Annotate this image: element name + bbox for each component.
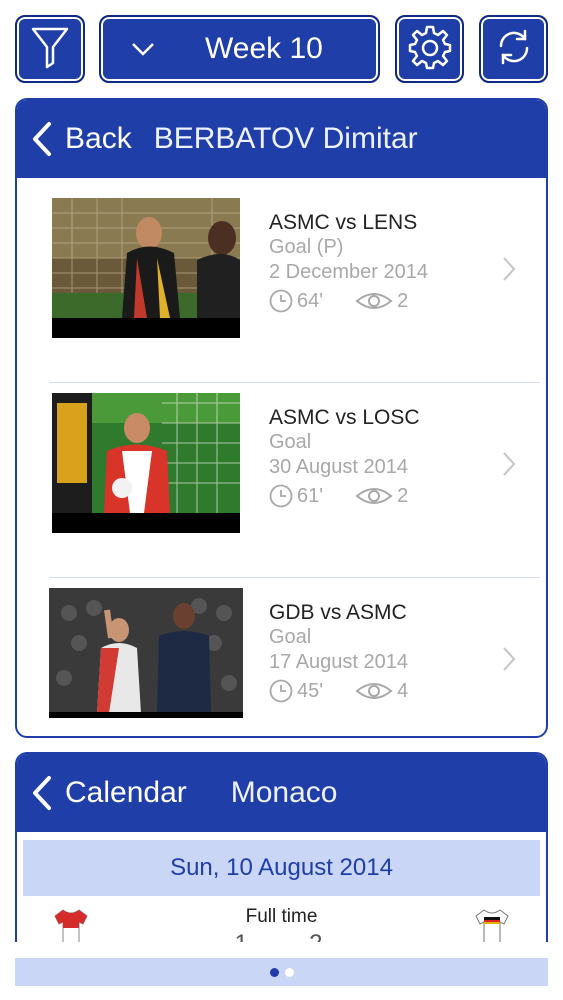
team-title: Monaco xyxy=(230,776,338,809)
eye-icon xyxy=(355,485,393,507)
page-dot-active[interactable] xyxy=(269,967,279,977)
match-title: GDB vs ASMC xyxy=(269,601,407,624)
video-info: ASMC vs LENS Goal (P) 2 December 2014 64… xyxy=(269,210,428,313)
goal-type: Goal xyxy=(269,431,312,453)
goal-minute: 64' xyxy=(297,289,324,312)
clock-icon xyxy=(269,484,293,508)
week-label: Week 10 xyxy=(205,32,323,65)
week-selector[interactable]: Week 10 xyxy=(99,15,380,83)
goal-type: Goal xyxy=(269,626,312,648)
page-indicator[interactable] xyxy=(15,958,548,986)
back-chevron-icon[interactable] xyxy=(31,119,55,159)
match-title: ASMC vs LENS xyxy=(269,211,418,234)
video-meta: 64' 2 xyxy=(269,289,428,313)
away-shirt-icon xyxy=(474,908,510,942)
clock-icon xyxy=(269,289,293,313)
view-count: 4 xyxy=(397,679,409,702)
view-count: 2 xyxy=(397,289,409,312)
eye-icon xyxy=(355,680,393,702)
chevron-right-icon xyxy=(502,646,516,672)
page-dot[interactable] xyxy=(284,967,294,977)
video-list-item[interactable]: ASMC vs LENS Goal (P) 2 December 2014 64… xyxy=(17,188,546,383)
back-chevron-icon[interactable] xyxy=(31,773,55,813)
filter-icon xyxy=(30,25,70,74)
video-info: ASMC vs LOSC Goal 30 August 2014 61' 2 xyxy=(269,405,420,508)
video-meta: 61' 2 xyxy=(269,484,420,508)
goal-type: Goal (P) xyxy=(269,236,344,258)
gear-icon xyxy=(407,24,453,75)
filter-button[interactable] xyxy=(15,15,85,83)
match-score: 1 — 2 xyxy=(17,930,546,942)
video-list-item[interactable]: GDB vs ASMC Goal 17 August 2014 45' 4 xyxy=(17,578,546,736)
eye-icon xyxy=(355,290,393,312)
chevron-right-icon xyxy=(502,256,516,282)
calendar-panel: Calendar Monaco Sun, 10 August 2014 Full… xyxy=(15,752,548,942)
view-count: 2 xyxy=(397,484,409,507)
player-name-title: BERBATOV Dimitar xyxy=(153,122,418,155)
chevron-right-icon xyxy=(502,451,516,477)
refresh-button[interactable] xyxy=(479,15,548,83)
back-button[interactable]: Back xyxy=(65,122,132,156)
video-thumbnail[interactable] xyxy=(52,393,240,533)
settings-button[interactable] xyxy=(395,15,464,83)
top-toolbar: Week 10 xyxy=(0,0,563,100)
calendar-panel-header: Calendar Monaco xyxy=(17,754,546,832)
goal-minute: 61' xyxy=(297,484,324,507)
match-date: 2 December 2014 xyxy=(269,261,428,283)
goal-minute: 45' xyxy=(297,679,324,702)
video-meta: 45' 4 xyxy=(269,679,408,703)
match-date: 30 August 2014 xyxy=(269,456,409,478)
player-videos-panel: Back BERBATOV Dimitar ASMC vs LENS Goal … xyxy=(15,98,548,738)
match-date-bar: Sun, 10 August 2014 xyxy=(23,840,540,896)
video-thumbnail[interactable] xyxy=(49,588,243,718)
chevron-down-icon xyxy=(131,36,157,62)
video-info: GDB vs ASMC Goal 17 August 2014 45' 4 xyxy=(269,600,408,703)
clock-icon xyxy=(269,679,293,703)
match-status: Full time xyxy=(245,906,318,927)
match-title: ASMC vs LOSC xyxy=(269,406,420,429)
video-thumbnail[interactable] xyxy=(52,198,240,338)
video-list-item[interactable]: ASMC vs LOSC Goal 30 August 2014 61' 2 xyxy=(17,383,546,578)
match-result[interactable]: Full time 1 — 2 xyxy=(17,896,546,942)
player-panel-header: Back BERBATOV Dimitar xyxy=(17,100,546,178)
refresh-icon xyxy=(494,27,534,72)
calendar-back-button[interactable]: Calendar xyxy=(65,776,187,810)
match-date: 17 August 2014 xyxy=(269,651,409,673)
